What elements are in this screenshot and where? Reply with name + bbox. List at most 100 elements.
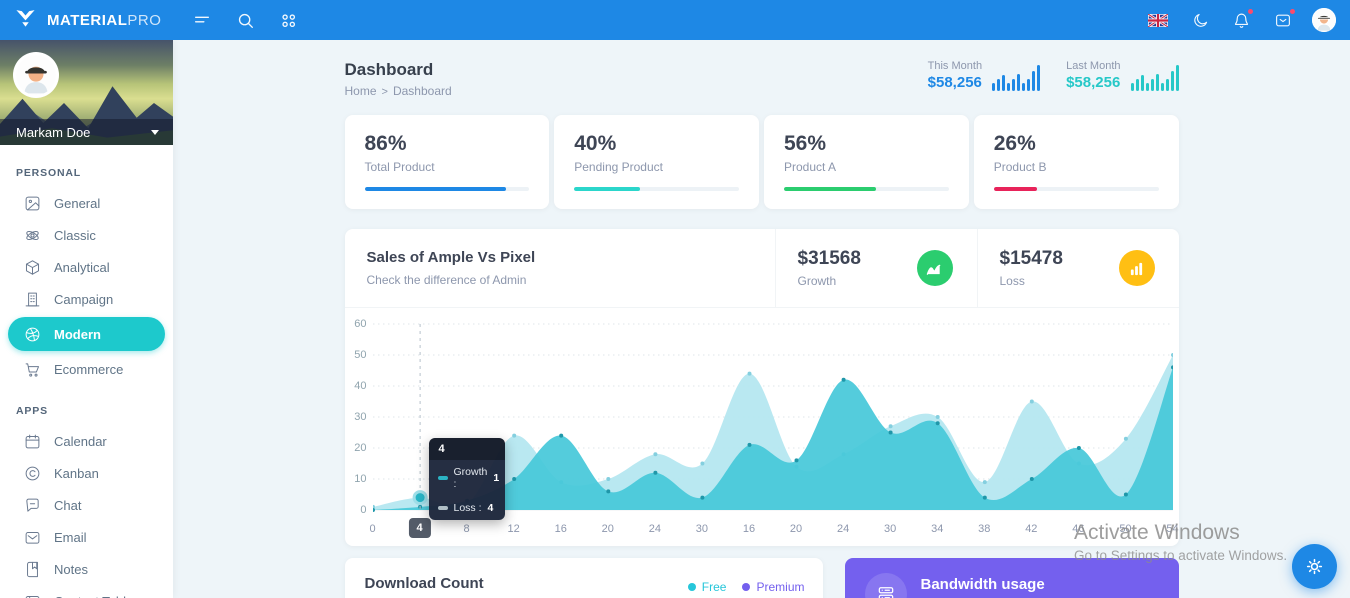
cube-icon — [25, 259, 40, 275]
sidebar-item-email[interactable]: Email — [0, 521, 173, 553]
progress-track — [364, 187, 530, 191]
sidebar-item-label: Classic — [54, 227, 96, 243]
sidebar: Markam Doe PERSONAL General Classic Anal… — [0, 40, 173, 598]
legend-premium[interactable]: Premium — [742, 580, 805, 594]
tooltip-growth-row: Growth : 1 — [429, 460, 505, 496]
sidebar-item-label: Kanban — [54, 465, 99, 481]
x-tick-label: 20 — [789, 523, 803, 535]
sidebar-item-ecommerce[interactable]: Ecommerce — [0, 353, 173, 385]
sales-chart-area: 0102030405060 4 Growth : 1 Loss : — [345, 308, 1179, 546]
stat-card-product-b: 26% Product B — [973, 115, 1179, 209]
breadcrumb: Home > Dashboard — [345, 84, 452, 98]
last-month-label: Last Month — [1066, 60, 1121, 72]
growth-label: Growth — [797, 274, 837, 288]
sidebar-item-label: Chat — [54, 497, 82, 513]
stat-label: Product A — [784, 160, 837, 174]
sidebar-item-contact-table[interactable]: Contact Table — [0, 585, 173, 598]
download-count-card: Download Count Free Premium you can chec… — [344, 558, 823, 598]
sidebar-item-campaign[interactable]: Campaign — [0, 283, 173, 315]
settings-fab[interactable] — [1292, 544, 1337, 589]
message-badge — [1290, 8, 1295, 14]
sidebar-item-label: Modern — [54, 326, 101, 342]
x-tick-label: 42 — [1025, 523, 1038, 535]
user-avatar[interactable] — [1312, 8, 1336, 32]
last-month-value: $58,256 — [1066, 74, 1121, 91]
chart-y-axis: 0 10 20 30 40 50 60 — [347, 316, 369, 516]
sidebar-item-label: Contact Table — [54, 594, 133, 598]
moon-icon[interactable] — [1192, 12, 1209, 29]
stat-card-product-a: 56% Product A — [764, 115, 969, 209]
stat-label: Total Product — [364, 160, 435, 174]
this-month-stat: This Month $58,256 — [927, 60, 1041, 91]
sales-card-title: Sales of Ample Vs Pixel — [366, 249, 536, 266]
sidebar-item-label: Calendar — [54, 433, 107, 449]
last-month-sparkbars — [1130, 63, 1179, 91]
progress-track — [993, 187, 1159, 191]
last-month-stat: Last Month $58,256 — [1066, 60, 1179, 91]
y-tick-label: 60 — [354, 318, 367, 330]
growth-stat: $31568 Growth — [774, 229, 977, 307]
legend-free[interactable]: Free — [687, 580, 726, 594]
tooltip-loss-row: Loss : 4 — [429, 496, 505, 520]
premium-dot-icon — [742, 583, 751, 591]
this-month-label: This Month — [927, 60, 983, 72]
sidebar-item-chat[interactable]: Chat — [0, 489, 173, 521]
x-tick-label: 16 — [742, 523, 756, 535]
this-month-sparkbars — [992, 63, 1041, 91]
x-tick-label: 20 — [601, 523, 614, 535]
sidebar-item-calendar[interactable]: Calendar — [0, 425, 173, 457]
dribbble-icon — [25, 327, 40, 341]
user-name-row[interactable]: Markam Doe — [0, 119, 173, 145]
chart-legend: Free Premium — [687, 580, 805, 594]
loss-stat: $15478 Loss — [976, 229, 1179, 307]
user-name: Markam Doe — [16, 124, 91, 140]
x-tick-label: 8 — [463, 523, 470, 535]
x-tick-label: 24 — [648, 523, 661, 535]
cart-icon — [25, 362, 40, 377]
x-tick-label: 4 — [408, 518, 431, 538]
sidebar-item-label: Email — [54, 529, 87, 545]
wings-logo-icon — [14, 8, 37, 33]
bar-chart-icon — [1118, 250, 1155, 286]
chart-x-axis: 0 4 8 12 16 20 24 30 16 20 24 30 34 38 42 46 50 54 — [369, 516, 1179, 544]
sidebar-item-analytical[interactable]: Analytical — [0, 251, 173, 283]
breadcrumb-current: Dashboard — [392, 84, 452, 98]
tooltip-value: 1 — [493, 472, 500, 484]
section-heading-personal: PERSONAL — [16, 167, 82, 179]
bell-icon[interactable] — [1233, 8, 1253, 29]
sidebar-item-kanban[interactable]: Kanban — [0, 457, 173, 489]
atom-icon — [26, 230, 39, 240]
stat-card-total-product: 86% Total Product — [344, 115, 550, 209]
stat-value: 40% — [574, 132, 617, 155]
y-tick-label: 0 — [360, 504, 367, 516]
profile-avatar[interactable] — [13, 52, 59, 98]
sidebar-item-classic[interactable]: Classic — [0, 219, 173, 251]
grid-icon[interactable] — [280, 12, 297, 29]
notification-badge — [1248, 8, 1253, 14]
progress-fill — [364, 187, 507, 191]
sidebar-item-modern[interactable]: Modern — [8, 317, 165, 351]
progress-track — [574, 187, 739, 191]
chevron-down-icon — [151, 129, 159, 135]
loss-label: Loss — [999, 274, 1025, 288]
sidebar-item-general[interactable]: General — [0, 187, 173, 219]
mail-icon[interactable] — [1274, 8, 1295, 29]
mail-icon — [25, 531, 40, 544]
brand[interactable]: MATERIALPRO — [14, 8, 189, 33]
sales-card-subtitle: Check the difference of Admin — [366, 273, 527, 287]
brand-text: MATERIALPRO — [47, 12, 161, 29]
tooltip-label: Loss : — [453, 502, 482, 514]
search-icon[interactable] — [237, 12, 254, 29]
stats-row: 86% Total Product 40% Pending Product 56… — [344, 115, 1179, 209]
menu-icon[interactable] — [193, 11, 211, 29]
breadcrumb-home[interactable]: Home — [345, 84, 377, 98]
x-tick-label: 16 — [554, 523, 567, 535]
breadcrumb-separator: > — [381, 86, 388, 98]
x-tick-label: 0 — [369, 523, 376, 535]
x-tick-label: 46 — [1072, 523, 1085, 535]
sidebar-item-notes[interactable]: Notes — [0, 553, 173, 585]
uk-flag-icon[interactable] — [1148, 13, 1168, 27]
calendar-icon — [25, 434, 40, 448]
stat-card-pending-product: 40% Pending Product — [554, 115, 759, 209]
x-tick-label: 30 — [884, 523, 897, 535]
